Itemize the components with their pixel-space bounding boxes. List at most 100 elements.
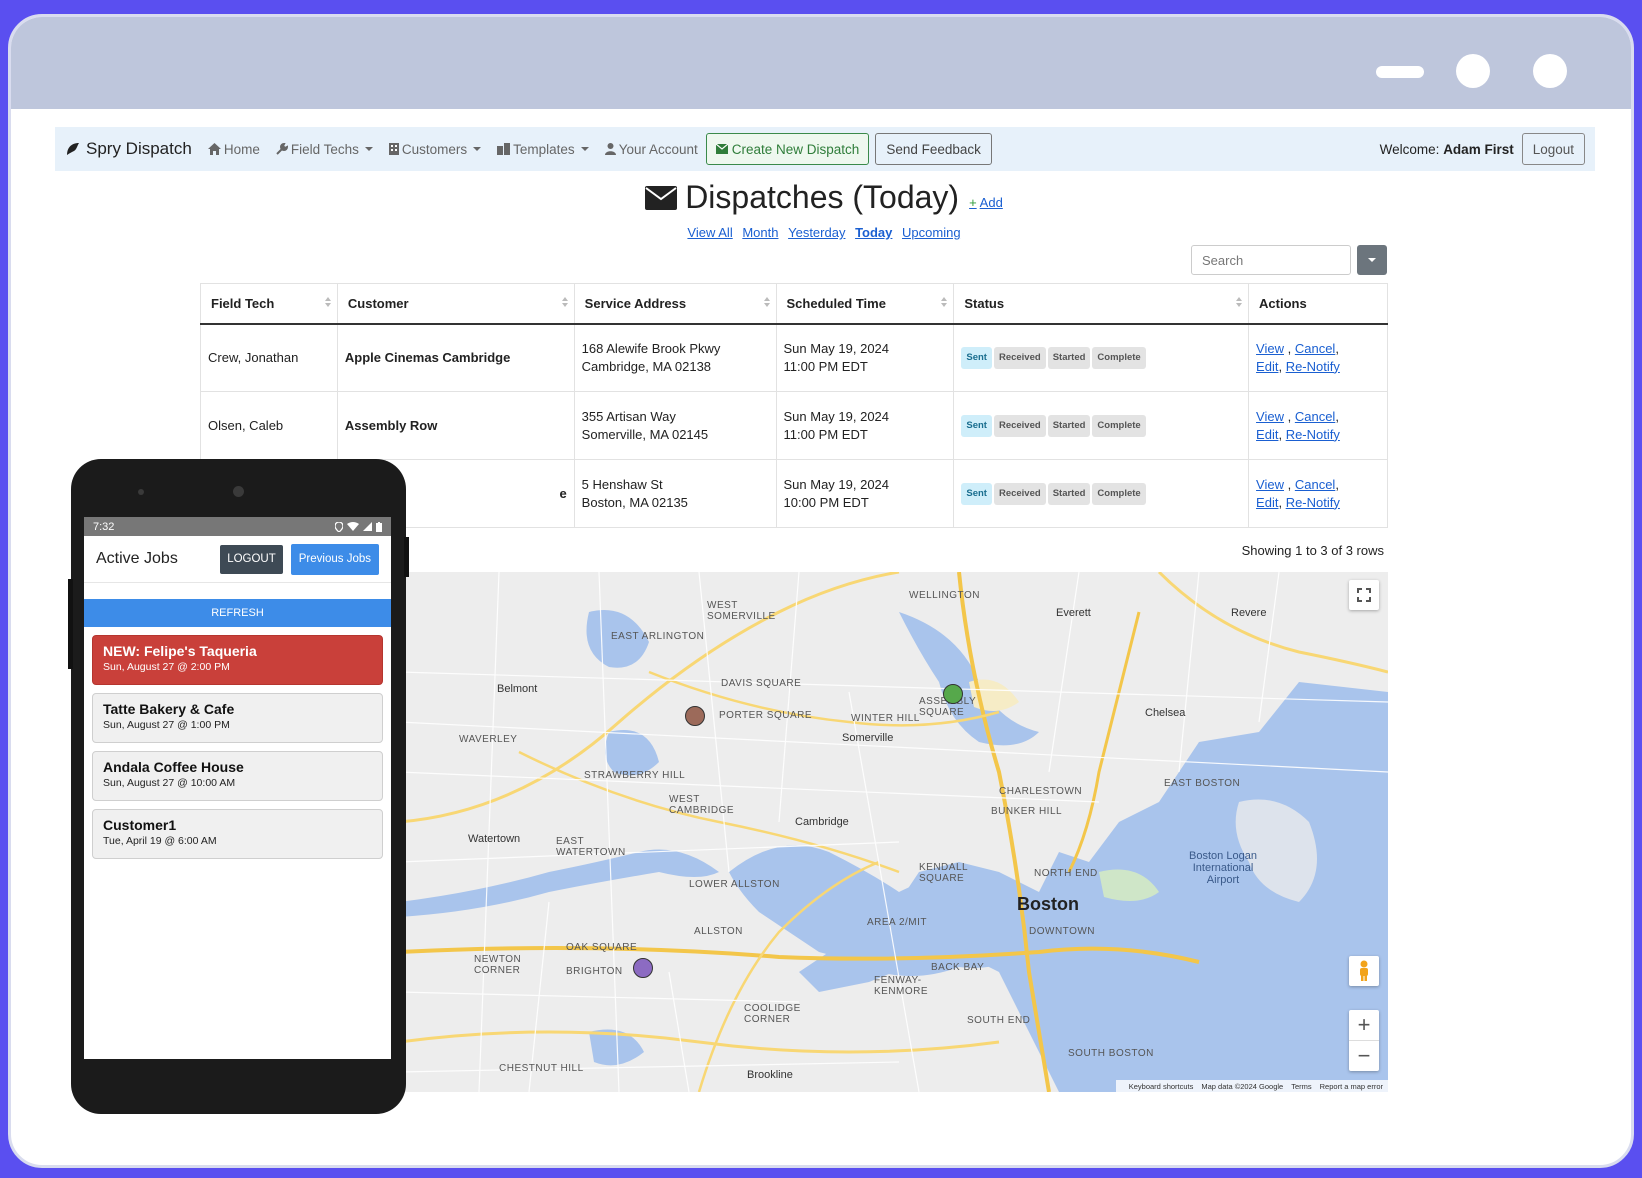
table-header-row: Field Tech Customer Service Address Sche…	[200, 283, 1388, 325]
map-label-westsomerville: WEST SOMERVILLE	[707, 600, 776, 622]
fullscreen-button[interactable]	[1349, 580, 1379, 610]
col-status-label: Status	[964, 295, 1005, 311]
pegman-icon	[1360, 960, 1368, 981]
nav-customers[interactable]: Customers	[388, 142, 482, 157]
map-label-eastboston: EAST BOSTON	[1164, 778, 1241, 789]
address-line1: 168 Alewife Brook Pkwy	[581, 340, 721, 356]
nav-field-techs[interactable]: Field Techs	[276, 142, 373, 157]
filter-yesterday[interactable]: Yesterday	[788, 225, 845, 240]
map-label-airport: Boston Logan International Airport	[1189, 850, 1257, 886]
nav-home[interactable]: Home	[207, 142, 260, 157]
map-label-kendall: KENDALL SQUARE	[919, 862, 968, 884]
view-link[interactable]: View	[1256, 477, 1284, 492]
phone-time: 7:32	[93, 520, 115, 533]
map-label-waverley: WAVERLEY	[459, 734, 518, 745]
phone-volume-button	[68, 579, 73, 669]
location-icon	[335, 521, 343, 532]
pagination-info: Showing 1 to 3 of 3 rows	[1241, 543, 1384, 558]
renotify-link[interactable]: Re-Notify	[1286, 495, 1340, 510]
phone-app-header: Active Jobs LOGOUT Previous Jobs	[84, 536, 391, 583]
cancel-link[interactable]: Cancel	[1295, 409, 1335, 424]
renotify-link[interactable]: Re-Notify	[1286, 427, 1340, 442]
maximize-button[interactable]	[1456, 54, 1490, 88]
filter-month[interactable]: Month	[742, 225, 778, 240]
fullscreen-icon	[1357, 588, 1371, 602]
status-badge: Sent	[961, 414, 992, 437]
map-label-davis: DAVIS SQUARE	[721, 678, 802, 689]
col-field-tech[interactable]: Field Tech	[200, 283, 338, 325]
col-status[interactable]: Status	[953, 283, 1250, 325]
filter-view-all[interactable]: View All	[687, 225, 732, 240]
phone-statusbar: 7:32	[84, 517, 391, 536]
zoom-in-button[interactable]: +	[1349, 1011, 1379, 1041]
cell-customer: Assembly Row	[336, 391, 575, 460]
address-line2: Boston, MA 02135	[581, 494, 688, 510]
nav-your-account-label: Your Account	[618, 141, 698, 157]
map-label-newton: NEWTON CORNER	[474, 954, 522, 976]
zoom-controls: + −	[1349, 1010, 1379, 1071]
edit-link[interactable]: Edit	[1256, 495, 1278, 510]
view-link[interactable]: View	[1256, 409, 1284, 424]
send-feedback-button[interactable]: Send Feedback	[875, 133, 992, 165]
phone-logout-button[interactable]: LOGOUT	[220, 544, 283, 574]
add-dispatch-link[interactable]: + Add	[969, 195, 1003, 210]
phone-power-button	[404, 537, 409, 577]
map-label-brookline: Brookline	[747, 1069, 793, 1081]
brand-logo[interactable]: Spry Dispatch	[65, 139, 192, 159]
map-label-belmont: Belmont	[497, 683, 538, 695]
scheduled-time: 10:00 PM EDT	[783, 494, 869, 510]
job-card[interactable]: Tatte Bakery & Cafe Sun, August 27 @ 1:0…	[92, 693, 383, 743]
report-error-link[interactable]: Report a map error	[1320, 1082, 1383, 1091]
col-customer[interactable]: Customer	[336, 283, 575, 325]
view-link[interactable]: View	[1256, 341, 1284, 356]
battery-icon	[376, 521, 382, 532]
send-feedback-label: Send Feedback	[886, 141, 981, 157]
search-options-button[interactable]	[1357, 245, 1387, 275]
cancel-link[interactable]: Cancel	[1295, 341, 1335, 356]
dispatch-map[interactable]: Boston Cambridge Somerville Everett Chel…	[399, 572, 1388, 1092]
search-input[interactable]: Search	[1191, 245, 1351, 275]
home-icon	[207, 143, 221, 155]
col-scheduled-time[interactable]: Scheduled Time	[775, 283, 955, 325]
marker-brown[interactable]	[685, 706, 705, 726]
col-service-address[interactable]: Service Address	[573, 283, 777, 325]
keyboard-shortcuts-link[interactable]: Keyboard shortcuts	[1129, 1082, 1194, 1091]
terms-link[interactable]: Terms	[1291, 1082, 1311, 1091]
cell-tech: Crew, Jonathan	[200, 323, 338, 392]
address-line1: 5 Henshaw St	[581, 476, 663, 492]
cell-status: Sent Received Started Complete	[953, 323, 1250, 392]
refresh-button[interactable]: REFRESH	[84, 599, 391, 627]
nav-templates[interactable]: Templates	[497, 142, 589, 157]
street-view-button[interactable]	[1349, 956, 1379, 986]
cell-actions: View , Cancel, Edit, Re-Notify	[1248, 391, 1388, 460]
filter-upcoming[interactable]: Upcoming	[902, 225, 961, 240]
job-card[interactable]: Customer1 Tue, April 19 @ 6:00 AM	[92, 809, 383, 859]
status-badge: Received	[993, 414, 1046, 437]
nav-your-account[interactable]: Your Account	[604, 141, 698, 157]
map-label-mit: AREA 2/MIT	[867, 917, 928, 928]
renotify-link[interactable]: Re-Notify	[1286, 359, 1340, 374]
minimize-button[interactable]	[1376, 66, 1424, 78]
job-card[interactable]: Andala Coffee House Sun, August 27 @ 10:…	[92, 751, 383, 801]
status-badge: Received	[993, 482, 1046, 505]
scheduled-time: 11:00 PM EDT	[783, 358, 868, 374]
close-button[interactable]	[1533, 54, 1567, 88]
create-dispatch-button[interactable]: Create New Dispatch	[705, 133, 870, 165]
map-label-porter: PORTER SQUARE	[719, 710, 812, 721]
map-label-eastwatertown: EAST WATERTOWN	[556, 836, 626, 858]
edit-link[interactable]: Edit	[1256, 427, 1278, 442]
previous-jobs-button[interactable]: Previous Jobs	[290, 543, 379, 575]
logout-button[interactable]: Logout	[1521, 133, 1585, 165]
edit-link[interactable]: Edit	[1256, 359, 1278, 374]
table-row: Olsen, Caleb Assembly Row 355 Artisan Wa…	[200, 391, 1388, 460]
marker-green[interactable]	[943, 684, 963, 704]
marker-purple[interactable]	[633, 958, 653, 978]
sort-icon	[562, 297, 568, 307]
filter-today[interactable]: Today	[855, 225, 892, 240]
welcome-text: Welcome: Adam First	[1380, 142, 1514, 157]
cell-time: Sun May 19, 2024 11:00 PM EDT	[775, 323, 955, 392]
cancel-link[interactable]: Cancel	[1295, 477, 1335, 492]
sort-icon	[1236, 297, 1242, 307]
job-card[interactable]: NEW: Felipe's Taqueria Sun, August 27 @ …	[92, 635, 383, 685]
zoom-out-button[interactable]: −	[1349, 1041, 1379, 1071]
